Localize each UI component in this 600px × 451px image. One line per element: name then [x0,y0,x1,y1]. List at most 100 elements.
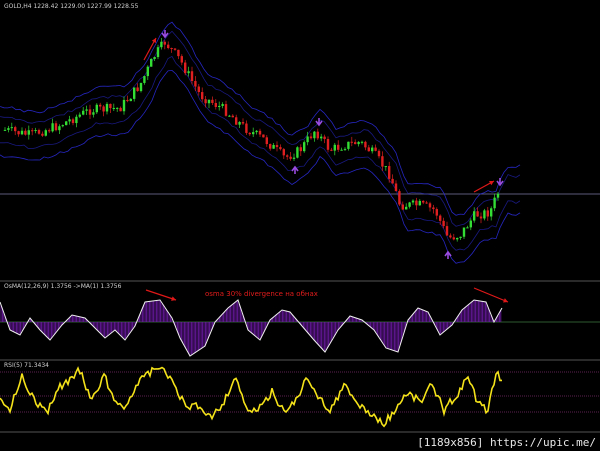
candle-body [377,150,381,157]
osma-line [0,299,503,357]
osma-annotation: osma 30% divergence на обнах [205,290,318,298]
candle-body [54,123,58,131]
candle-body [241,122,245,124]
candle-body [496,193,500,198]
candle-body [286,155,289,157]
candle-body [24,130,27,135]
candle-body [428,203,432,208]
candle-body [173,48,177,50]
candle-body [99,104,102,107]
candle-body [153,57,156,59]
candle-body [156,47,160,58]
candle-body [445,226,449,236]
candle-body [337,144,340,150]
candle-body [347,141,350,149]
candle-body [442,220,445,227]
watermark: [1189x856] https://upic.me/ [417,436,596,449]
candle-body [112,107,115,109]
candle-body [58,126,61,131]
candle-body [371,147,374,152]
candle-body [116,107,119,109]
candle-body [479,216,483,219]
candle-body [65,121,68,126]
candle-body [452,237,455,240]
candle-body [180,56,183,63]
rsi-panel[interactable] [0,366,600,428]
chart-stage [0,21,600,433]
candle-body [78,114,81,117]
candle-body [255,130,258,133]
candle-body [207,99,211,104]
candle-body [20,130,24,135]
candle-body [476,211,479,217]
candle-body [75,116,78,124]
candle-body [357,141,360,145]
envelope-band-line [0,30,521,227]
candle-body [354,142,357,145]
candle-body [296,147,299,158]
candle-body [34,130,37,132]
candle-body [493,197,496,209]
signal-arrow [444,250,452,259]
candle-body [473,211,476,221]
candle-body [320,136,323,139]
candle-body [343,148,347,150]
candle-body [265,137,268,145]
envelope-band-line [0,69,521,264]
candle-body [483,210,486,219]
candle-body [408,202,411,207]
envelope-band-line [0,55,521,251]
candle-body [374,147,377,151]
candle-body [224,104,228,116]
candle-body [462,227,466,237]
candle-body [415,200,418,206]
candle-body [14,127,17,132]
candle-body [235,117,238,125]
candle-body [10,127,13,129]
candle-body [411,200,415,203]
candle-body [282,149,285,156]
price-header: GOLD,H4 1228.42 1229.00 1227.99 1228.55 [4,3,139,10]
candle-body [262,134,265,138]
candle-body [269,144,272,149]
candle-body [252,132,255,135]
candle-body [167,44,170,49]
candle-body [37,130,41,134]
candle-body [184,62,187,74]
candle-body [405,206,408,210]
rsi-header: RSI(5) 71.3434 [4,362,49,369]
candle-body [333,144,336,151]
candle-body [340,149,343,151]
candle-body [41,133,44,136]
candle-body [422,200,425,203]
candle-body [95,104,98,113]
envelope-band-line [0,21,521,216]
candle-body [61,125,64,127]
candle-body [44,130,47,136]
candle-body [218,105,221,107]
candle-body [323,136,326,140]
candle-body [221,104,224,106]
osma-panel[interactable] [0,287,600,357]
candle-body [245,123,248,133]
candle-body [214,102,217,107]
candle-body [31,130,34,132]
candle-body [146,66,149,77]
candle-body [364,141,367,148]
note-arrow-shaft [473,287,509,303]
candle-body [326,139,330,150]
candle-body [258,130,262,135]
candle-body [418,200,421,206]
candle-body [238,122,241,125]
candle-body [150,58,153,67]
candle-body [360,141,364,143]
osma-divergence-arrows [145,287,509,303]
candle-body [313,131,316,139]
candle-body [197,86,200,93]
candle-body [88,109,92,115]
price-panel[interactable] [0,21,600,264]
candle-body [194,80,197,87]
candle-body [27,130,30,135]
candle-body [425,202,428,204]
candle-body [136,87,139,92]
